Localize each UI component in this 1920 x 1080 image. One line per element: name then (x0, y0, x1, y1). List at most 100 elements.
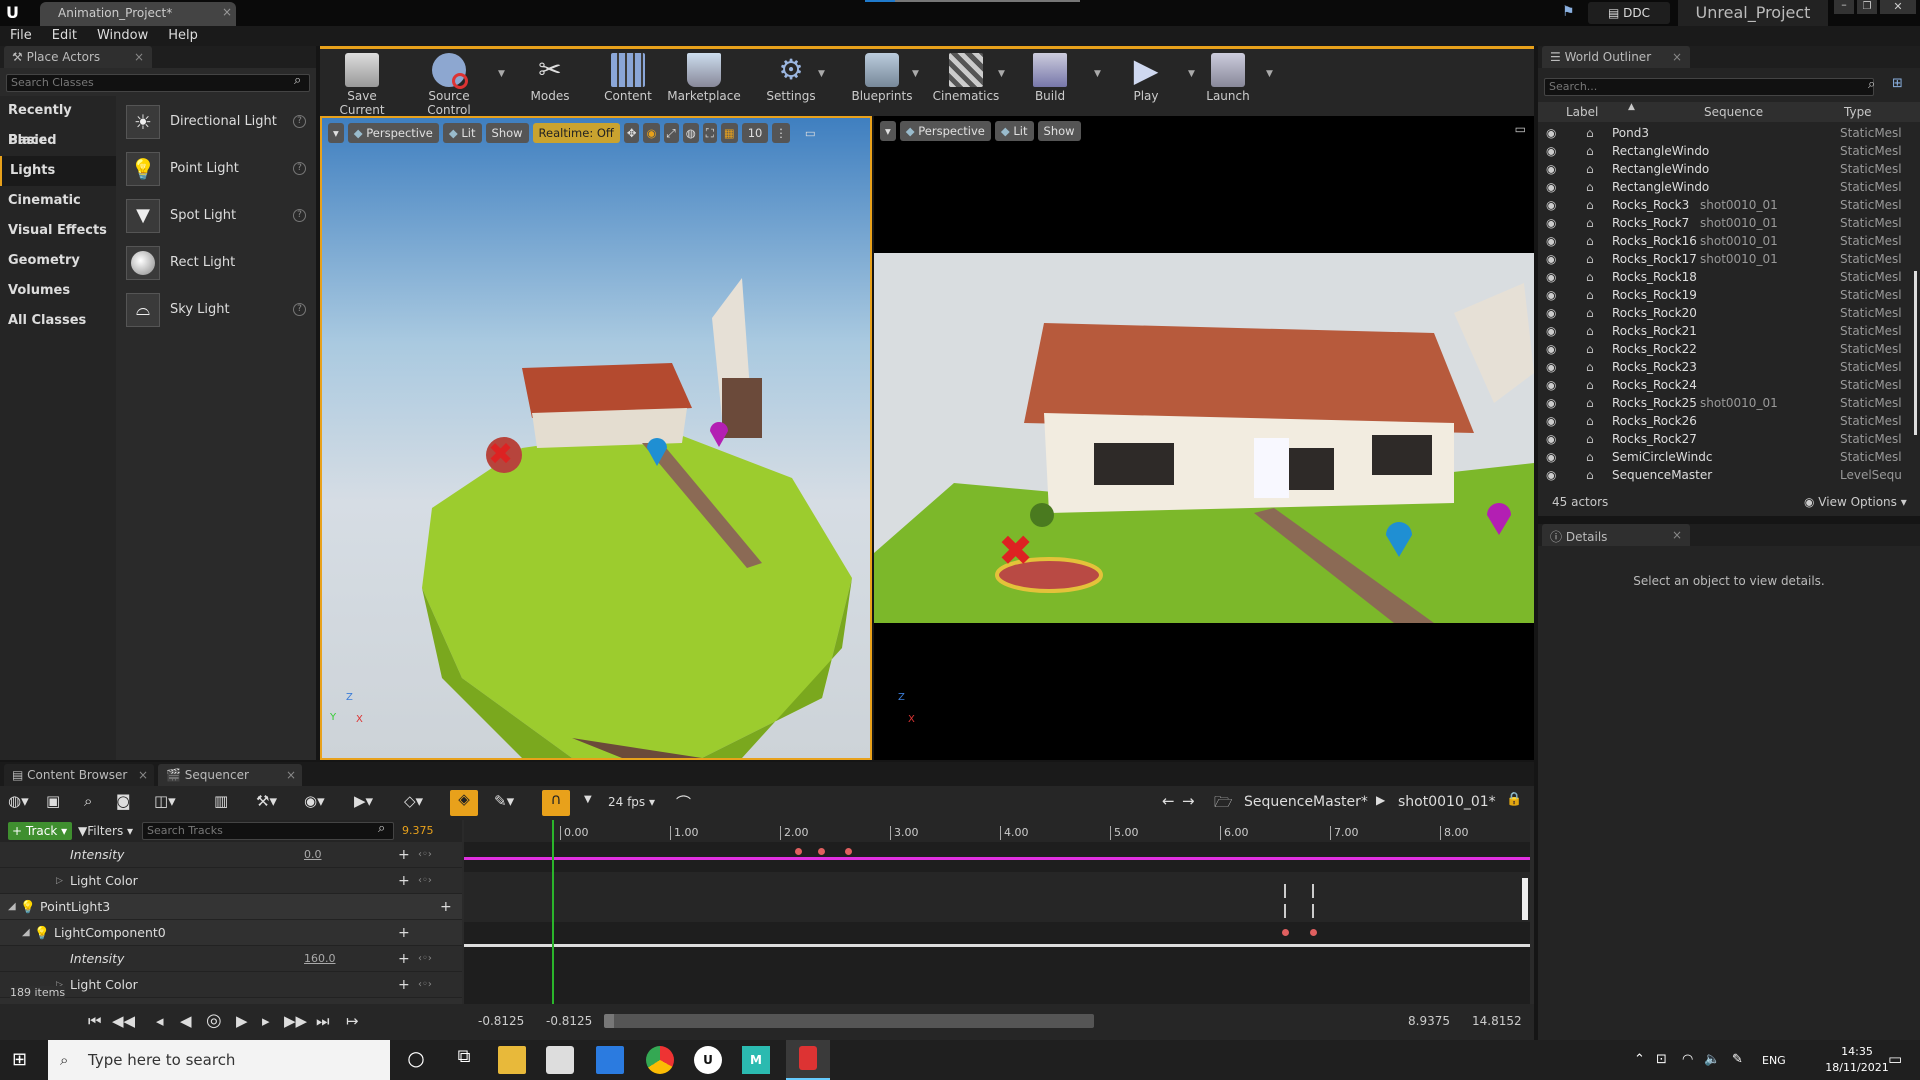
outliner-row[interactable]: ◉ ⌂ Rocks_Rock24 StaticMesl (1538, 376, 1920, 394)
visibility-eye-icon[interactable]: ◉ (1546, 178, 1556, 196)
category-lights[interactable]: Lights (0, 156, 116, 186)
section-end-handle[interactable] (1522, 878, 1528, 920)
help-icon[interactable]: ? (293, 115, 306, 128)
outliner-row[interactable]: ◉ ⌂ Rocks_Rock25 shot0010_01 StaticMesl (1538, 394, 1920, 412)
prev-key-icon[interactable]: ◂ (156, 1012, 164, 1030)
file-explorer-icon[interactable] (498, 1046, 526, 1074)
jump-start-icon[interactable]: ⏮ (88, 1012, 102, 1030)
outliner-row[interactable]: ◉ ⌂ Rocks_Rock27 StaticMesl (1538, 430, 1920, 448)
add-key-plus-icon[interactable]: + (398, 946, 410, 972)
visibility-eye-icon[interactable]: ◉ (1546, 412, 1556, 430)
track-value[interactable]: 0.0 (304, 842, 322, 868)
launch-button[interactable]: Launch (1200, 53, 1256, 103)
edit-mode-icon[interactable]: ✎▾ (494, 792, 514, 810)
outliner-row[interactable]: ◉ ⌂ Rocks_Rock19 StaticMesl (1538, 286, 1920, 304)
build-dropdown-icon[interactable]: ▼ (1094, 69, 1101, 79)
view-range-scrollbar[interactable] (604, 1014, 1094, 1028)
visibility-eye-icon[interactable]: ◉ (1546, 394, 1556, 412)
cortana-icon[interactable]: ○ (402, 1046, 430, 1074)
actor-item-spot-light[interactable]: ▼ Spot Light ? (118, 192, 316, 239)
viewport-options-button[interactable]: ▾ (880, 121, 896, 141)
visibility-eye-icon[interactable]: ◉ (1546, 250, 1556, 268)
outliner-row[interactable]: ◉ ⌂ Rocks_Rock16 shot0010_01 StaticMesl (1538, 232, 1920, 250)
save-current-button[interactable]: Save Current (326, 53, 398, 117)
track-row[interactable]: ▷ Light Color + ‹◦› (0, 972, 462, 998)
unreal-icon[interactable]: U (694, 1046, 722, 1074)
key-navigation-icon[interactable]: ‹◦› (418, 972, 432, 998)
mail-icon[interactable] (596, 1046, 624, 1074)
category-cinematic[interactable]: Cinematic (0, 186, 116, 216)
forward-arrow-icon[interactable]: → (1182, 792, 1195, 810)
visibility-eye-icon[interactable]: ◉ (1546, 124, 1556, 142)
outliner-row[interactable]: ◉ ⌂ SemiCircleWindc StaticMesl (1538, 448, 1920, 466)
menu-file[interactable]: File (0, 26, 42, 43)
visibility-eye-icon[interactable]: ◉ (1546, 268, 1556, 286)
pen-icon[interactable]: ✎ (1732, 1052, 1743, 1067)
active-app-icon[interactable] (786, 1040, 830, 1080)
tab-close-icon[interactable]: × (222, 5, 232, 19)
help-icon[interactable]: ? (293, 209, 306, 222)
notifications-icon[interactable]: ▭ (1888, 1050, 1902, 1068)
menu-window[interactable]: Window (87, 26, 158, 43)
outliner-row[interactable]: ◉ ⌂ Rocks_Rock26 StaticMesl (1538, 412, 1920, 430)
add-folder-icon[interactable]: ⊞ (1892, 76, 1903, 91)
track-row[interactable]: ▷ Light Color + ‹◦› (0, 868, 462, 894)
tab-world-outliner[interactable]: ☰ World Outliner × (1542, 46, 1690, 68)
lock-icon[interactable]: 🔒 (1506, 792, 1522, 807)
category-recently-placed[interactable]: Recently Placed (0, 96, 116, 148)
close-icon[interactable]: × (1672, 528, 1682, 542)
record-icon[interactable]: ◎ (206, 1010, 222, 1031)
visibility-eye-icon[interactable]: ◉ (1546, 304, 1556, 322)
actor-item-rect-light[interactable]: Rect Light (118, 239, 316, 286)
key-navigation-icon[interactable]: ‹◦› (418, 868, 432, 894)
column-sequence[interactable]: Sequence (1704, 105, 1763, 119)
wifi-icon[interactable]: ◠ (1682, 1052, 1693, 1067)
keyframe[interactable] (795, 848, 802, 855)
category-volumes[interactable]: Volumes (0, 276, 116, 306)
visibility-eye-icon[interactable]: ◉ (1546, 214, 1556, 232)
playback-options-icon[interactable]: ▶▾ (354, 792, 373, 810)
taskbar-search-box[interactable]: ⌕ Type here to search (48, 1040, 390, 1080)
key-options-icon[interactable]: ◇▾ (404, 792, 423, 810)
range-end-field[interactable]: 14.8152 (1472, 1014, 1522, 1028)
search-tracks-input[interactable]: Search Tracks (142, 822, 394, 840)
outliner-row[interactable]: ◉ ⌂ Rocks_Rock21 StaticMesl (1538, 322, 1920, 340)
perspective-button[interactable]: ◆ Perspective (899, 121, 991, 141)
visibility-eye-icon[interactable]: ◉ (1546, 376, 1556, 394)
view-end-field[interactable]: 8.9375 (1408, 1014, 1450, 1028)
close-button[interactable]: ✕ (1880, 0, 1916, 14)
outliner-row[interactable]: ◉ ⌂ Rocks_Rock23 StaticMesl (1538, 358, 1920, 376)
marketplace-button[interactable]: Marketplace (666, 53, 742, 103)
keyframe[interactable] (845, 848, 852, 855)
save-sequence-icon[interactable]: ▣ (46, 792, 60, 810)
category-all-classes[interactable]: All Classes (0, 306, 116, 336)
outliner-row[interactable]: ◉ ⌂ RectangleWindo StaticMesl (1538, 160, 1920, 178)
launch-dropdown-icon[interactable]: ▼ (1266, 69, 1273, 79)
outliner-row[interactable]: ◉ ⌂ Rocks_Rock22 StaticMesl (1538, 340, 1920, 358)
outliner-row[interactable]: ◉ ⌂ RectangleWindo StaticMesl (1538, 178, 1920, 196)
next-frame-icon[interactable]: ▶▶ (284, 1012, 307, 1030)
folder-icon[interactable]: 🗁 (1214, 792, 1233, 817)
outliner-scrollbar[interactable] (1914, 271, 1917, 435)
meet-now-icon[interactable]: ⊡ (1656, 1052, 1667, 1067)
document-tab[interactable]: Animation_Project* (40, 2, 236, 26)
play-dropdown-icon[interactable]: ▼ (1188, 69, 1195, 79)
close-icon[interactable]: × (138, 768, 148, 782)
category-basic[interactable]: Basic (0, 126, 116, 156)
close-icon[interactable]: × (286, 768, 296, 782)
language-indicator[interactable]: ENG (1762, 1054, 1786, 1067)
outliner-row[interactable]: ◉ ⌂ Rocks_Rock7 shot0010_01 StaticMesl (1538, 214, 1920, 232)
blueprints-dropdown-icon[interactable]: ▼ (912, 69, 919, 79)
viewport-right[interactable]: ▾ ◆ Perspective ◆ Lit Show ▭ ✖ Z X (874, 116, 1534, 760)
timeline-area[interactable]: 0.00 1.00 2.00 3.00 4.00 5.00 6.00 7.00 8.00 (464, 820, 1530, 1004)
source-control-button[interactable]: Source Control (408, 53, 490, 117)
source-control-dropdown-icon[interactable]: ▼ (498, 69, 505, 79)
play-button[interactable]: ▶ Play (1120, 53, 1172, 103)
add-track-button[interactable]: + Track ▾ (8, 822, 72, 840)
track-row[interactable]: ◢ 💡 PointLight3 + (0, 894, 462, 920)
camera-icon[interactable]: ◙ (116, 792, 131, 810)
visibility-eye-icon[interactable]: ◉ (1546, 448, 1556, 466)
settings-dropdown-icon[interactable]: ▼ (818, 69, 825, 79)
add-key-plus-icon[interactable]: + (398, 868, 410, 894)
viewport-left[interactable]: ▾ ◆ Perspective ◆ Lit Show Realtime: Off… (320, 116, 872, 760)
